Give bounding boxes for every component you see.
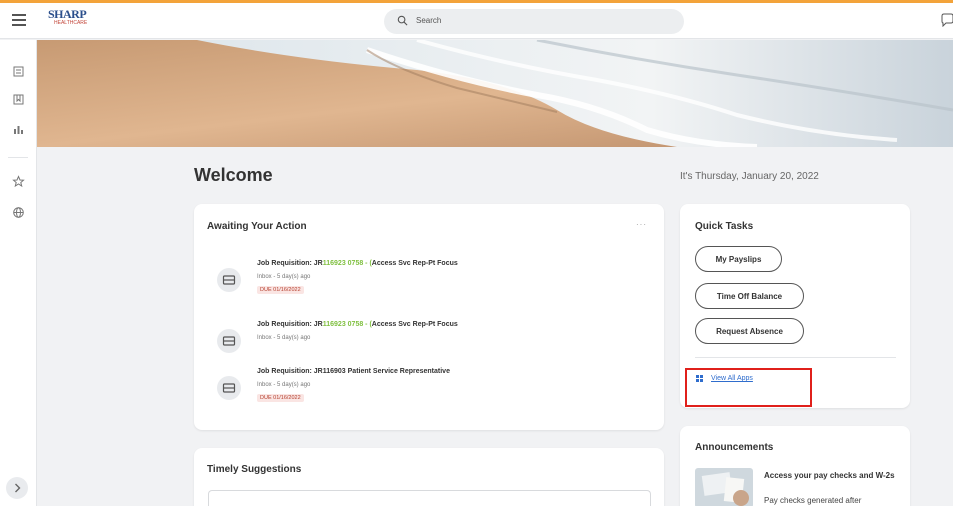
star-icon[interactable] bbox=[12, 175, 25, 188]
task-title: Job Requisition: JR116923 0758 - (Access… bbox=[257, 321, 458, 328]
inbox-icon[interactable] bbox=[12, 65, 25, 78]
announcement-title[interactable]: Access your pay checks and W-2s bbox=[764, 470, 904, 482]
inbox-item-icon bbox=[217, 329, 241, 353]
left-sidebar bbox=[0, 40, 37, 506]
quick-tasks-divider bbox=[695, 357, 896, 358]
timely-suggestions-card: Timely Suggestions bbox=[194, 448, 664, 506]
timely-suggestions-title: Timely Suggestions bbox=[207, 464, 302, 475]
task-item[interactable]: Job Requisition: JR116923 0758 - (Access… bbox=[217, 260, 467, 310]
top-bar: SHARP HEALTHCARE Search bbox=[0, 3, 953, 39]
request-absence-button[interactable]: Request Absence bbox=[695, 318, 804, 344]
chevron-right-icon bbox=[15, 483, 21, 493]
bookmark-icon[interactable] bbox=[12, 93, 25, 106]
hamburger-menu-icon[interactable] bbox=[12, 14, 26, 26]
expand-sidebar-button[interactable] bbox=[6, 477, 28, 499]
search-input[interactable]: Search bbox=[384, 9, 684, 34]
suggestion-panel bbox=[208, 490, 651, 506]
due-badge: DUE 01/16/2022 bbox=[257, 286, 304, 294]
search-placeholder: Search bbox=[416, 16, 442, 25]
task-subtitle: Inbox - 5 day(s) ago bbox=[257, 382, 311, 388]
chat-icon[interactable] bbox=[940, 13, 953, 27]
more-options-icon[interactable]: ··· bbox=[636, 220, 647, 229]
search-icon bbox=[397, 15, 408, 26]
my-payslips-button[interactable]: My Payslips bbox=[695, 246, 782, 272]
logo-subtext: HEALTHCARE bbox=[54, 20, 88, 26]
inbox-item-icon bbox=[217, 268, 241, 292]
sharp-logo[interactable]: SHARP HEALTHCARE bbox=[48, 8, 88, 34]
awaiting-action-card: Awaiting Your Action ··· Job Requisition… bbox=[194, 204, 664, 430]
task-item[interactable]: Job Requisition: JR116923 0758 - (Access… bbox=[217, 321, 467, 371]
awaiting-action-title: Awaiting Your Action bbox=[207, 221, 307, 232]
page-title: Welcome bbox=[194, 165, 273, 185]
beach-banner-image bbox=[37, 40, 953, 147]
sidebar-divider bbox=[8, 157, 28, 158]
announcement-body: Pay checks generated after bbox=[764, 496, 862, 505]
announcement-thumbnail[interactable] bbox=[695, 468, 753, 506]
task-item[interactable]: Job Requisition: JR116903 Patient Servic… bbox=[217, 368, 467, 418]
task-title: Job Requisition: JR116923 0758 - (Access… bbox=[257, 260, 458, 267]
current-date: It's Thursday, January 20, 2022 bbox=[680, 171, 819, 182]
time-off-balance-button[interactable]: Time Off Balance bbox=[695, 283, 804, 309]
logo-name: SHARP bbox=[48, 7, 87, 21]
announcements-card: Announcements Access your pay checks and… bbox=[680, 426, 910, 506]
task-subtitle: Inbox - 5 day(s) ago bbox=[257, 274, 311, 280]
announcements-title: Announcements bbox=[695, 442, 774, 453]
task-title: Job Requisition: JR116903 Patient Servic… bbox=[257, 368, 450, 375]
chart-icon[interactable] bbox=[12, 123, 25, 136]
highlight-annotation-box bbox=[685, 368, 812, 407]
due-badge: DUE 01/16/2022 bbox=[257, 394, 304, 402]
task-subtitle: Inbox - 5 day(s) ago bbox=[257, 335, 311, 341]
inbox-item-icon bbox=[217, 376, 241, 400]
globe-icon[interactable] bbox=[12, 206, 25, 219]
quick-tasks-title: Quick Tasks bbox=[695, 221, 754, 232]
